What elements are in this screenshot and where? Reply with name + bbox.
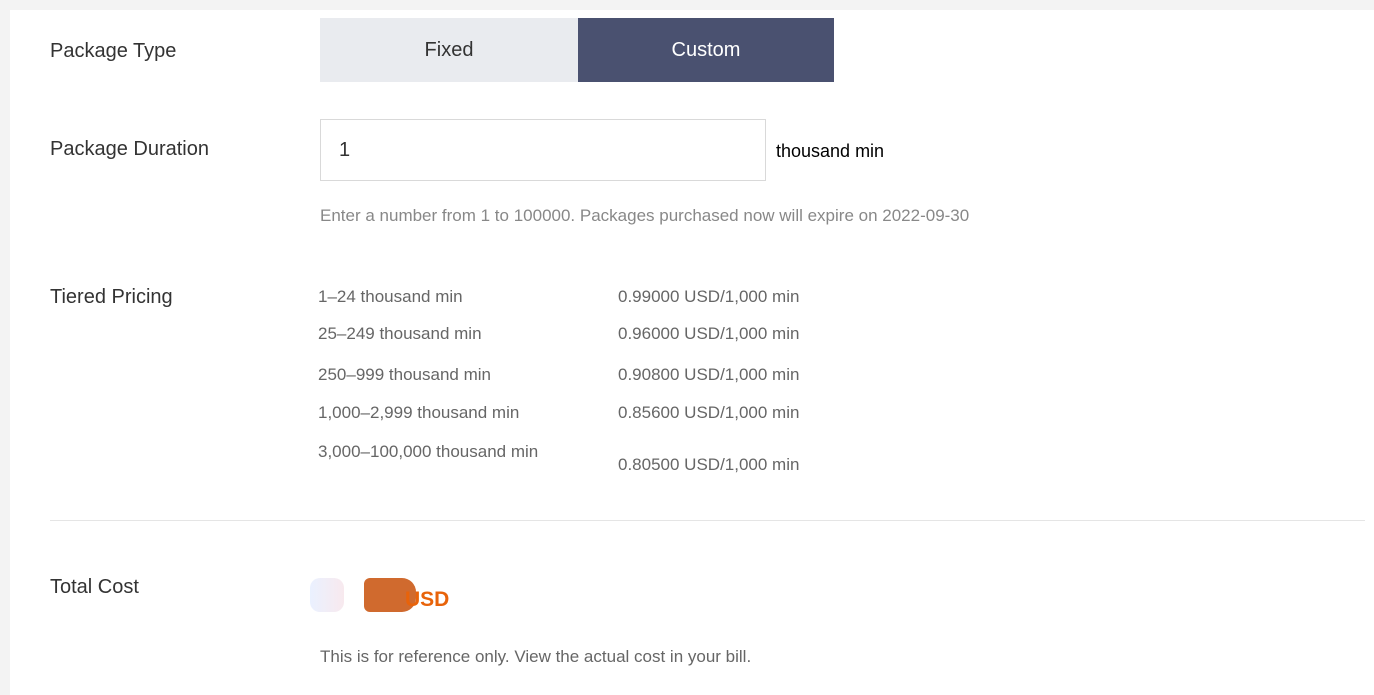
- section-divider: [50, 520, 1365, 521]
- tier-range: 250–999 thousand min: [318, 365, 491, 384]
- tier-price: 0.96000 USD/1,000 min: [618, 324, 800, 343]
- tier-range: 1–24 thousand min: [318, 287, 463, 306]
- tier-range: 25–249 thousand min: [318, 324, 482, 343]
- package-type-custom-button[interactable]: Custom: [578, 18, 834, 82]
- package-type-label: Package Type: [50, 40, 177, 62]
- package-type-fixed-button[interactable]: Fixed: [320, 18, 578, 82]
- redacted-amount: [310, 578, 344, 612]
- package-config-panel: Package Type Fixed Custom Package Durati…: [10, 10, 1374, 695]
- package-duration-unit: thousand min: [776, 141, 885, 161]
- total-cost-note: This is for reference only. View the act…: [320, 647, 752, 666]
- total-cost-currency: USD: [405, 588, 450, 611]
- total-cost-label: Total Cost: [50, 576, 139, 598]
- package-duration-input[interactable]: [320, 119, 766, 181]
- package-duration-label: Package Duration: [50, 138, 209, 160]
- tier-price: 0.85600 USD/1,000 min: [618, 403, 800, 422]
- tier-price: 0.90800 USD/1,000 min: [618, 365, 800, 384]
- tiered-pricing-label: Tiered Pricing: [50, 286, 173, 308]
- tier-range: 3,000–100,000 thousand min: [318, 442, 539, 461]
- tier-price: 0.80500 USD/1,000 min: [618, 455, 800, 474]
- package-duration-hint: Enter a number from 1 to 100000. Package…: [320, 206, 970, 225]
- tier-price: 0.99000 USD/1,000 min: [618, 287, 800, 306]
- total-cost-value: USD: [310, 578, 480, 618]
- tier-range: 1,000–2,999 thousand min: [318, 403, 520, 422]
